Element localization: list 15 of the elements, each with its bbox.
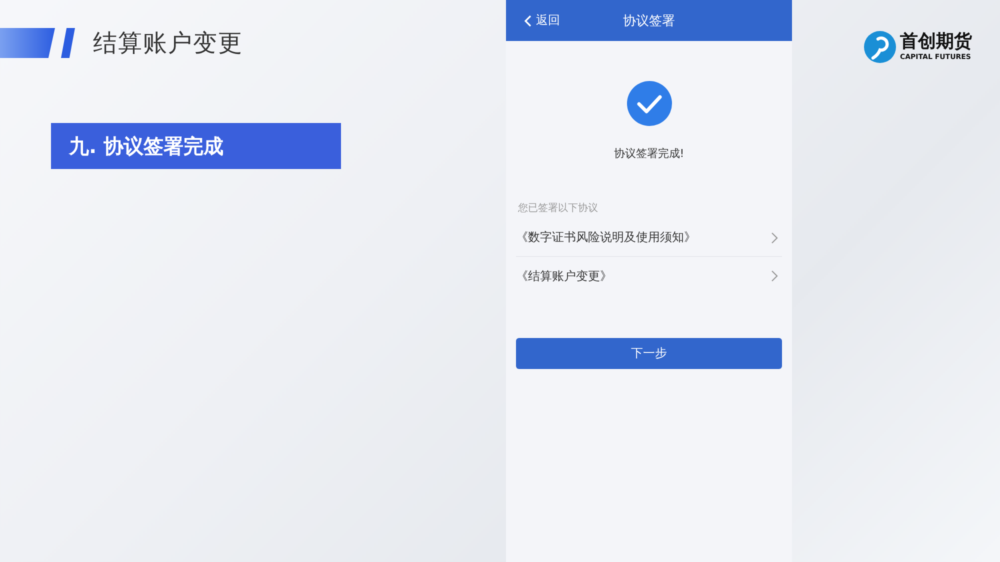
logo-icon bbox=[864, 31, 896, 63]
list-heading: 您已签署以下协议 bbox=[518, 202, 598, 215]
chevron-right-icon bbox=[771, 232, 778, 244]
section-banner: 九. 协议签署完成 bbox=[51, 123, 341, 169]
slide-title: 结算账户变更 bbox=[93, 28, 243, 59]
agreement-item[interactable]: 《数字证书风险说明及使用须知》 bbox=[516, 219, 782, 257]
screen-title: 协议签署 bbox=[622, 12, 676, 30]
logo-name: 首创期货 bbox=[900, 32, 972, 52]
chevron-left-icon bbox=[524, 14, 532, 26]
status-message: 协议签署完成! bbox=[614, 146, 684, 161]
agreement-item[interactable]: 《结算账户变更》 bbox=[516, 257, 782, 295]
check-circle-icon bbox=[626, 81, 672, 126]
chevron-right-icon bbox=[771, 270, 778, 282]
next-button[interactable]: 下一步 bbox=[516, 338, 782, 369]
back-button[interactable]: 返回 bbox=[506, 12, 560, 29]
